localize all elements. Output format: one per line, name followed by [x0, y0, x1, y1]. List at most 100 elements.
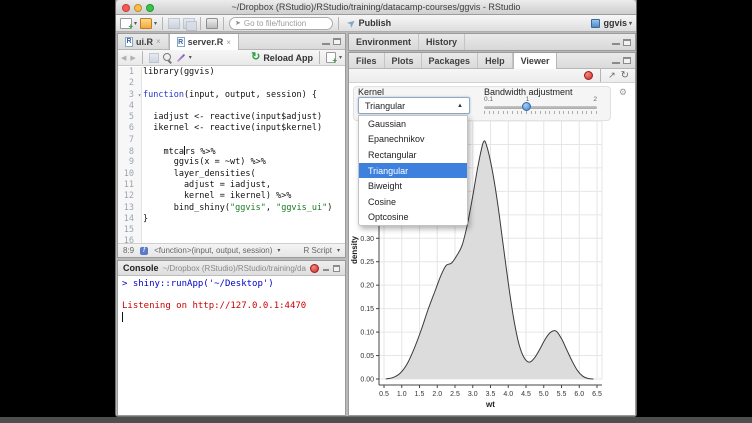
- open-recent-dropdown-icon[interactable]: ▾: [154, 20, 157, 27]
- cursor-position: 8:9: [123, 246, 134, 255]
- print-icon[interactable]: [206, 18, 218, 29]
- file-type-selector[interactable]: R Script: [304, 246, 332, 255]
- svg-text:3.0: 3.0: [468, 391, 478, 398]
- code-line[interactable]: 2: [118, 78, 345, 89]
- r-file-icon: R: [125, 37, 133, 47]
- console-output[interactable]: > shiny::runApp('~/Desktop')Listening on…: [118, 276, 345, 328]
- close-tab-icon[interactable]: ×: [226, 38, 231, 47]
- code-line[interactable]: 4: [118, 101, 345, 112]
- editor-toolbar: ◀ ▶ ▾ ↻ Reload App ▾: [118, 50, 345, 66]
- tab-ui-r[interactable]: R ui.R ×: [118, 34, 169, 49]
- desktop-strip: [0, 417, 752, 423]
- new-file-dropdown-icon[interactable]: ▾: [134, 20, 137, 27]
- console-tab[interactable]: Console: [123, 263, 159, 273]
- stop-app-icon[interactable]: [584, 71, 593, 80]
- code-line[interactable]: 10 layer_densities(: [118, 169, 345, 180]
- svg-text:0.5: 0.5: [379, 391, 389, 398]
- code-line[interactable]: 9 ggvis(x = ~wt) %>%: [118, 157, 345, 168]
- fold-icon[interactable]: ▾: [136, 90, 143, 101]
- source-menu-dropdown-icon[interactable]: ▾: [339, 54, 342, 61]
- maximize-pane-icon[interactable]: [333, 265, 340, 272]
- code-line[interactable]: 3▾function(input, output, session) {: [118, 90, 345, 101]
- forward-icon[interactable]: ▶: [130, 54, 135, 62]
- line-number: 6: [118, 123, 136, 134]
- console-cursor: [122, 312, 123, 322]
- source-menu-icon[interactable]: [326, 52, 336, 63]
- kernel-option-gaussian[interactable]: Gaussian: [359, 116, 467, 132]
- svg-text:4.5: 4.5: [521, 391, 531, 398]
- tab-packages[interactable]: Packages: [422, 53, 479, 68]
- console-header: Console ~/Dropbox (RStudio)/RStudio/trai…: [118, 261, 345, 276]
- code-line[interactable]: 8 mtcars %>%: [118, 146, 345, 157]
- goto-file-input[interactable]: ➤ Go to file/function: [229, 17, 333, 30]
- code-line[interactable]: 6 ikernel <- reactive(input$kernel): [118, 123, 345, 134]
- code-line[interactable]: 13 bind_shiny("ggvis", "ggvis_ui"): [118, 203, 345, 214]
- environment-pane-header: Environment History: [348, 33, 636, 51]
- tab-environment[interactable]: Environment: [349, 34, 419, 50]
- kernel-option-epanechnikov[interactable]: Epanechnikov: [359, 132, 467, 148]
- function-scope-icon: f: [140, 247, 148, 255]
- goto-placeholder: Go to file/function: [244, 19, 306, 28]
- tab-plots[interactable]: Plots: [385, 53, 422, 68]
- svg-text:1.5: 1.5: [415, 391, 425, 398]
- stop-icon[interactable]: [310, 264, 319, 273]
- viewer-content: 0.51.01.52.02.53.03.54.04.55.05.56.06.50…: [349, 84, 635, 415]
- project-menu-button[interactable]: ggvis ▾: [591, 18, 632, 28]
- kernel-option-optcosine[interactable]: Optcosine: [359, 210, 467, 226]
- kernel-option-biweight[interactable]: Biweight: [359, 178, 467, 194]
- minimize-pane-icon[interactable]: [322, 39, 330, 45]
- svg-text:0.10: 0.10: [360, 330, 374, 337]
- refresh-viewer-icon[interactable]: ↻: [621, 70, 629, 81]
- new-file-icon[interactable]: [120, 18, 132, 29]
- main-toolbar: ▾ ▾ ➤ Go to file/function ➤ Publish ggvi…: [116, 15, 636, 32]
- maximize-pane-icon[interactable]: [623, 39, 631, 46]
- code-line[interactable]: 12 kernel = ikernel) %>%: [118, 191, 345, 202]
- save-icon[interactable]: [168, 18, 180, 29]
- maximize-pane-icon[interactable]: [623, 57, 631, 64]
- code-line[interactable]: 15: [118, 225, 345, 236]
- window-title: ~/Dropbox (RStudio)/RStudio/training/dat…: [116, 2, 636, 12]
- code-line[interactable]: 7: [118, 135, 345, 146]
- line-number: 2: [118, 78, 136, 89]
- back-icon[interactable]: ◀: [121, 54, 126, 62]
- kernel-option-rectangular[interactable]: Rectangular: [359, 147, 467, 163]
- line-number: 10: [118, 169, 136, 180]
- save-all-icon[interactable]: [183, 18, 195, 29]
- code-line[interactable]: 14}: [118, 214, 345, 225]
- tab-server-r[interactable]: R server.R ×: [169, 34, 239, 50]
- console-working-directory: ~/Dropbox (RStudio)/RStudio/training/dat…: [163, 264, 306, 273]
- publish-button[interactable]: ➤ Publish: [344, 18, 395, 29]
- console-pane: Console ~/Dropbox (RStudio)/RStudio/trai…: [117, 260, 346, 416]
- save-file-icon[interactable]: [149, 53, 159, 63]
- kernel-option-triangular[interactable]: Triangular: [359, 163, 467, 179]
- code-tools-icon[interactable]: [177, 53, 185, 61]
- svg-text:2.0: 2.0: [432, 391, 442, 398]
- open-file-icon[interactable]: [140, 18, 152, 29]
- code-tools-dropdown-icon[interactable]: ▾: [189, 54, 192, 61]
- maximize-pane-icon[interactable]: [333, 38, 341, 45]
- tab-files[interactable]: Files: [349, 53, 385, 68]
- minimize-pane-icon[interactable]: [612, 39, 620, 45]
- close-tab-icon[interactable]: ×: [156, 37, 161, 46]
- svg-text:4.0: 4.0: [503, 391, 513, 398]
- tab-help[interactable]: Help: [478, 53, 513, 68]
- titlebar: ~/Dropbox (RStudio)/RStudio/training/dat…: [116, 0, 636, 15]
- scope-selector[interactable]: <function>(input, output, session): [154, 246, 272, 255]
- code-editor[interactable]: 1library(ggvis)23▾function(input, output…: [118, 67, 345, 243]
- minimize-pane-icon[interactable]: [323, 265, 329, 271]
- files-tabbar: Files Plots Packages Help Viewer: [349, 53, 635, 69]
- reload-app-button[interactable]: ↻ Reload App: [251, 53, 313, 63]
- open-in-new-window-icon[interactable]: ↗: [608, 70, 616, 81]
- code-line[interactable]: 11 adjust = iadjust,: [118, 180, 345, 191]
- tab-history[interactable]: History: [419, 34, 465, 50]
- toolbar-separator: [338, 17, 339, 30]
- tab-viewer[interactable]: Viewer: [513, 53, 558, 69]
- kernel-option-cosine[interactable]: Cosine: [359, 194, 467, 210]
- svg-text:wt: wt: [485, 400, 495, 409]
- find-replace-icon[interactable]: [163, 53, 172, 62]
- code-line[interactable]: 1library(ggvis): [118, 67, 345, 78]
- kernel-dropdown-menu: GaussianEpanechnikovRectangularTriangula…: [358, 115, 468, 226]
- goto-icon: ➤: [235, 19, 241, 27]
- minimize-pane-icon[interactable]: [612, 58, 620, 64]
- code-line[interactable]: 5 iadjust <- reactive(input$adjust): [118, 112, 345, 123]
